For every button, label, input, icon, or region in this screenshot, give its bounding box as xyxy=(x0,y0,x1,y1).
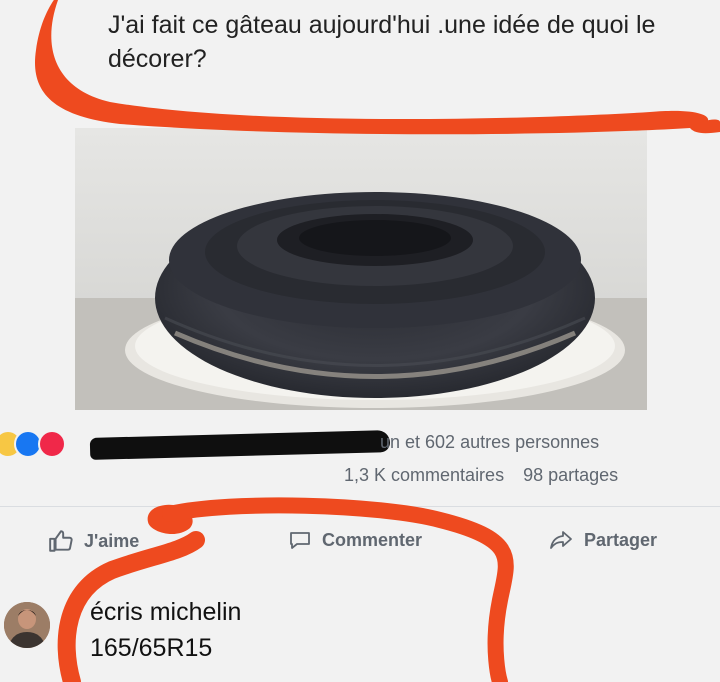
post-photo[interactable] xyxy=(75,128,647,410)
share-icon xyxy=(550,531,572,549)
reactors-text[interactable]: un et 602 autres personnes xyxy=(380,432,599,453)
thumbs-up-icon xyxy=(49,530,73,552)
post-actions: J'aime Commenter Partager xyxy=(0,520,720,560)
comment-text: écris michelin 165/65R15 xyxy=(90,598,242,662)
comment-label: Commenter xyxy=(322,529,423,550)
reactions-summary[interactable]: un et 602 autres personnes xyxy=(0,428,720,460)
like-label: J'aime xyxy=(84,530,140,551)
share-button[interactable]: Partager xyxy=(548,528,657,552)
share-label: Partager xyxy=(584,529,658,550)
avatar[interactable] xyxy=(4,602,50,648)
post-counts: 1,3 K commentaires 98 partages xyxy=(344,465,618,486)
post-text: J'ai fait ce gâteau aujourd'hui .une idé… xyxy=(108,11,656,73)
shares-count[interactable]: 98 partages xyxy=(523,465,618,485)
divider xyxy=(0,506,720,507)
comment-button[interactable]: Commenter xyxy=(288,528,422,552)
comments-count[interactable]: 1,3 K commentaires xyxy=(344,465,504,485)
redacted-name xyxy=(89,430,391,460)
comment: écris michelin 165/65R15 xyxy=(0,588,720,682)
comment-icon xyxy=(290,532,310,549)
love-reaction-icon xyxy=(38,430,66,458)
like-button[interactable]: J'aime xyxy=(48,528,139,554)
